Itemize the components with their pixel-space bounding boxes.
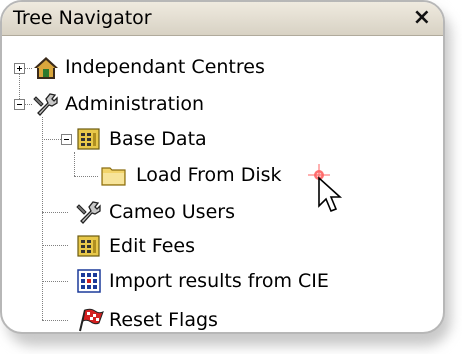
grid-icon [76,126,102,152]
wrench-icon [76,199,102,225]
collapse-button[interactable] [14,99,25,110]
tree-connector [24,68,32,69]
tree-item-edit-fees[interactable]: Edit Fees [109,235,195,257]
tree-navigator-panel: Tree Navigator × Independant Centres Adm… [0,0,445,334]
tree-connector [42,320,68,321]
window-title: Tree Navigator [13,7,152,29]
tree-item-reset-flags[interactable]: Reset Flags [109,309,218,331]
tree-item-administration[interactable]: Administration [65,93,204,115]
tree-connector [42,139,61,140]
mouse-pointer-icon [317,176,343,214]
checkered-flag-icon [76,307,104,332]
tree-item-independant-centres[interactable]: Independant Centres [65,56,265,78]
folder-icon [100,162,126,188]
tree-connector [74,152,75,176]
collapse-button[interactable] [61,134,72,145]
title-bar: Tree Navigator × [2,2,443,36]
tree-connector [24,104,32,105]
tree-item-cameo-users[interactable]: Cameo Users [109,201,235,223]
wrench-icon [33,91,59,117]
tree-item-load-from-disk[interactable]: Load From Disk [136,164,282,186]
tree-connector [42,245,68,246]
tree-view: Independant Centres Administration Base … [2,35,443,332]
tree-connector [42,212,68,213]
tree-connector [42,117,43,320]
house-icon [33,55,59,81]
expand-button[interactable] [14,63,25,74]
import-grid-icon [76,268,102,294]
tree-connector [42,281,68,282]
close-button[interactable]: × [413,5,431,30]
tree-item-base-data[interactable]: Base Data [109,128,207,150]
tree-connector [74,176,98,177]
tree-item-import-results-from-cie[interactable]: Import results from CIE [109,270,329,292]
grid-icon [76,233,102,259]
